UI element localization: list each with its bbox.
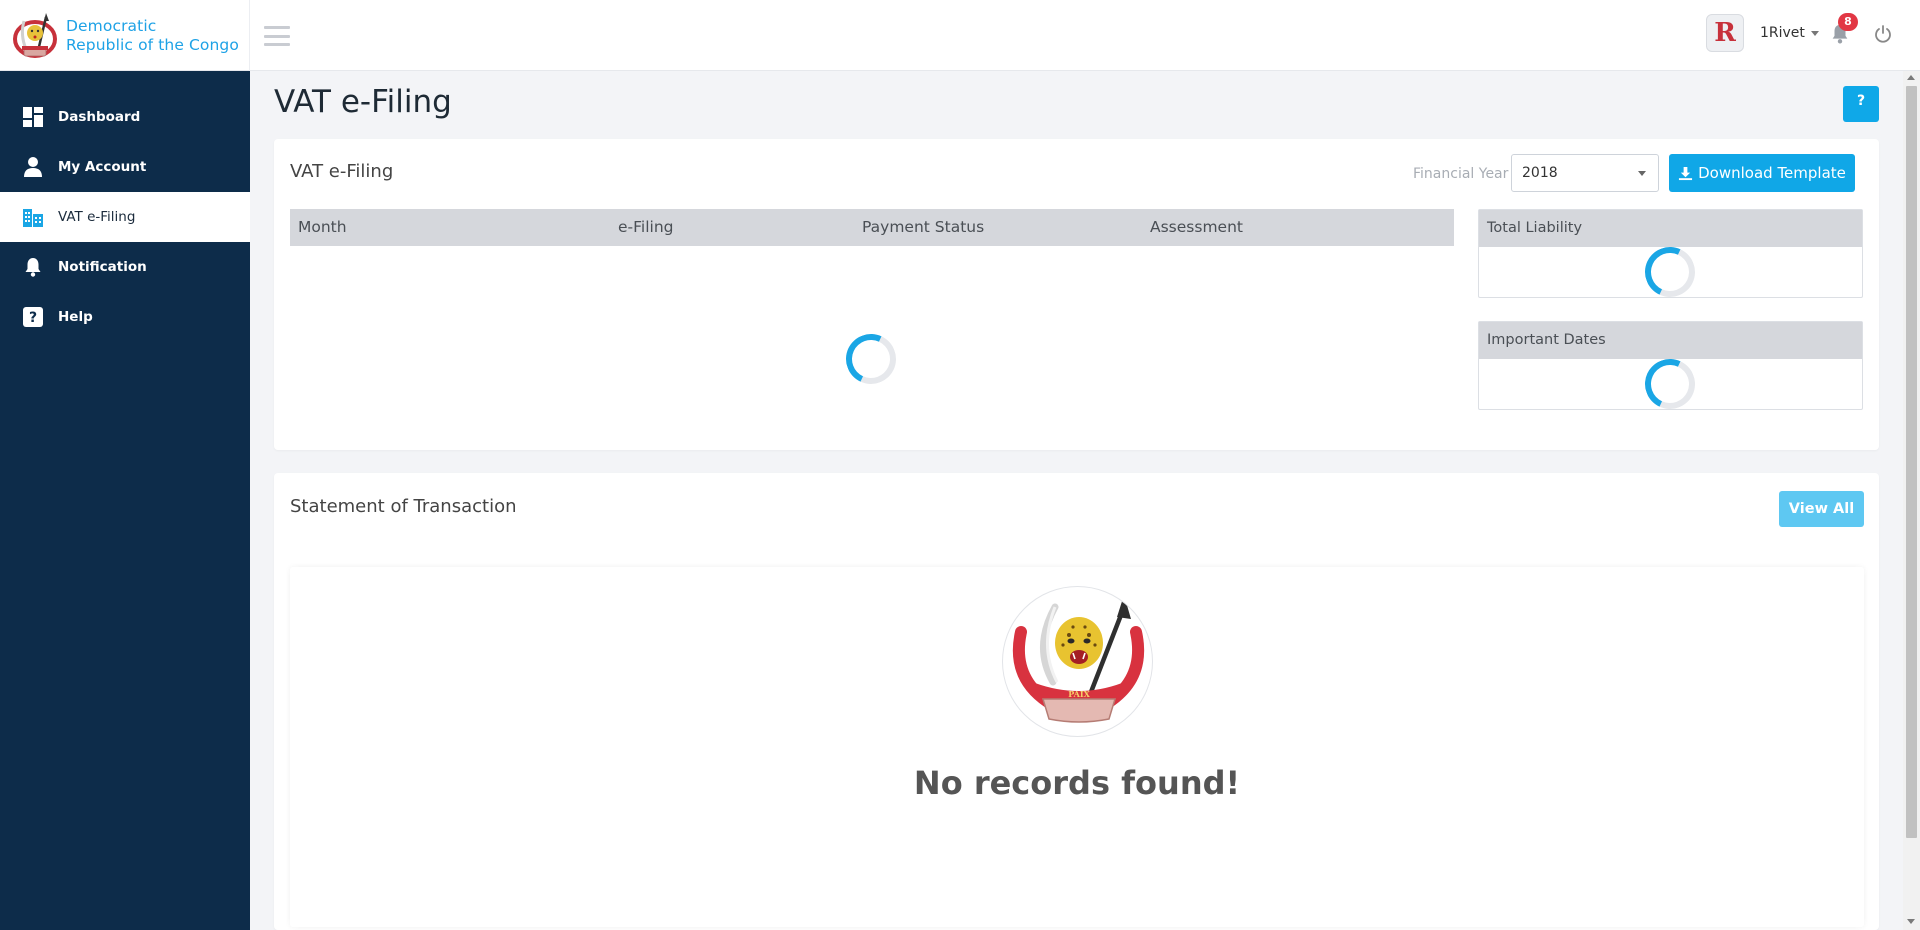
emblem-motto: PAIX bbox=[1068, 689, 1090, 699]
column-header-payment-status: Payment Status bbox=[862, 218, 985, 236]
sidebar-item-label: Dashboard bbox=[58, 109, 141, 125]
chevron-down-icon bbox=[1638, 171, 1646, 176]
financial-year-label: Financial Year bbox=[1413, 166, 1509, 182]
sidebar-item-notification[interactable]: Notification bbox=[0, 242, 250, 292]
bell-icon bbox=[25, 258, 41, 277]
total-liability-label: Total Liability bbox=[1479, 210, 1862, 247]
sidebar-item-label: Notification bbox=[58, 259, 147, 275]
sidebar-item-vat-e-filing[interactable]: VAT e-Filing bbox=[0, 192, 250, 242]
power-icon[interactable] bbox=[1873, 24, 1893, 44]
top-bar: Democratic Republic of the Congo R 1Rive… bbox=[0, 0, 1920, 71]
statement-card: Statement of Transaction View All PAIX N… bbox=[274, 473, 1879, 930]
download-template-button[interactable]: Download Template bbox=[1669, 154, 1855, 192]
financial-year-value: 2018 bbox=[1522, 165, 1558, 181]
sidebar-item-label: VAT e-Filing bbox=[58, 209, 136, 225]
card-title: Statement of Transaction bbox=[290, 496, 517, 517]
column-header-month: Month bbox=[298, 218, 347, 236]
scroll-down-icon[interactable] bbox=[1907, 919, 1915, 924]
brand-name-line1: Democratic bbox=[66, 16, 157, 35]
financial-year-select[interactable]: 2018 bbox=[1511, 154, 1659, 192]
sidebar-item-label: Help bbox=[58, 309, 93, 325]
help-button[interactable]: ? bbox=[1843, 86, 1879, 122]
download-template-label: Download Template bbox=[1698, 164, 1846, 182]
important-dates-label: Important Dates bbox=[1479, 322, 1862, 359]
sidebar-item-label: My Account bbox=[58, 159, 147, 175]
username-label: 1Rivet bbox=[1760, 25, 1805, 41]
user-icon bbox=[24, 157, 42, 177]
page-title: VAT e-Filing bbox=[274, 84, 452, 120]
scroll-up-icon[interactable] bbox=[1907, 75, 1915, 80]
svg-text:?: ? bbox=[29, 310, 37, 326]
building-icon bbox=[23, 209, 43, 227]
brand-logo[interactable]: Democratic Republic of the Congo bbox=[0, 0, 250, 71]
avatar[interactable]: R bbox=[1706, 14, 1744, 52]
loading-spinner bbox=[838, 326, 904, 392]
sidebar-item-help[interactable]: ? Help bbox=[0, 292, 250, 342]
notification-badge: 8 bbox=[1838, 13, 1858, 31]
sidebar: Dashboard My Account VAT e-Filing Notifi… bbox=[0, 71, 250, 930]
user-menu[interactable]: 1Rivet bbox=[1760, 25, 1819, 41]
sidebar-item-my-account[interactable]: My Account bbox=[0, 142, 250, 192]
view-all-button[interactable]: View All bbox=[1779, 491, 1864, 527]
coat-of-arms-image: PAIX bbox=[1002, 586, 1153, 737]
menu-icon[interactable] bbox=[264, 26, 290, 46]
dashboard-icon bbox=[23, 107, 43, 127]
card-title: VAT e-Filing bbox=[290, 161, 394, 182]
coat-of-arms-icon bbox=[13, 12, 57, 58]
question-icon: ? bbox=[23, 307, 43, 327]
vat-efiling-card: VAT e-Filing Financial Year 2018 Downloa… bbox=[274, 139, 1879, 450]
table-header: Month e-Filing Payment Status Assessment bbox=[290, 209, 1454, 246]
empty-state: PAIX No records found! bbox=[290, 567, 1864, 927]
no-records-message: No records found! bbox=[913, 764, 1241, 802]
column-header-efiling: e-Filing bbox=[618, 218, 674, 236]
sidebar-item-dashboard[interactable]: Dashboard bbox=[0, 92, 250, 142]
column-header-assessment: Assessment bbox=[1150, 218, 1243, 236]
brand-name-line2: Republic of the Congo bbox=[66, 35, 239, 54]
chevron-down-icon bbox=[1810, 30, 1819, 36]
scrollbar-thumb[interactable] bbox=[1906, 86, 1917, 838]
avatar-letter: R bbox=[1714, 18, 1736, 48]
download-icon bbox=[1679, 166, 1693, 180]
